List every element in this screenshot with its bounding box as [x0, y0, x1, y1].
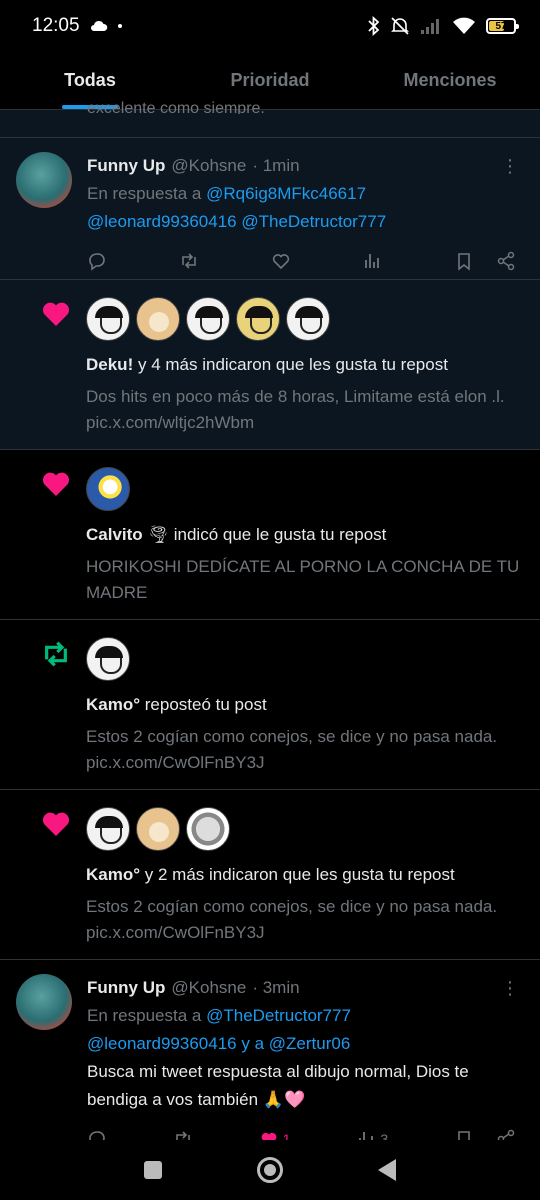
avatar[interactable] — [86, 807, 130, 851]
mention-link[interactable]: @Rq6ig8MFkc46617 — [206, 184, 366, 203]
like-notification[interactable]: Deku! y 4 más indicaron que les gusta tu… — [0, 280, 540, 450]
bookmark-share-group — [454, 251, 516, 271]
author-handle: @Kohsne — [171, 156, 247, 175]
mute-icon — [391, 17, 409, 35]
tab-menciones[interactable]: Menciones — [360, 52, 540, 109]
notification-action: y 2 más indicaron que les gusta tu repos… — [144, 865, 455, 884]
mention-link[interactable]: @leonard99360416 — [87, 212, 237, 231]
like-notification[interactable]: Kamo° y 2 más indicaron que les gusta tu… — [0, 790, 540, 960]
tweet-actions — [87, 236, 516, 286]
notification-summary: Kamo° reposteó tu post — [86, 692, 520, 718]
reply-button[interactable] — [87, 251, 107, 271]
notification-action: indicó que le gusta tu repost — [173, 525, 387, 544]
more-options-icon[interactable]: ⋮ — [500, 979, 520, 997]
views-icon — [365, 254, 380, 268]
actor-name[interactable]: Kamo° — [86, 865, 140, 884]
actor-name[interactable]: Calvito — [86, 525, 143, 544]
status-bar: 12:05 57 — [0, 0, 540, 52]
back-button[interactable] — [378, 1159, 396, 1181]
heart-icon — [272, 254, 289, 270]
avatar[interactable] — [136, 297, 180, 341]
bookmark-icon[interactable] — [454, 251, 474, 271]
post-preview: Estos 2 cogían como conejos, se dice y n… — [86, 727, 498, 772]
tweet-time: · 1min — [252, 156, 300, 175]
avatar[interactable] — [186, 807, 230, 851]
status-time: 12:05 — [32, 15, 80, 36]
battery-icon: 57 — [486, 18, 519, 34]
mention-joiner: y a — [241, 1034, 265, 1053]
system-nav-bar — [0, 1140, 540, 1200]
post-preview: Dos hits en poco más de 8 horas, Limitam… — [86, 387, 505, 432]
mention-link[interactable]: @leonard99360416 — [87, 1034, 237, 1053]
avatar[interactable] — [16, 152, 72, 208]
reply-prefix: En respuesta a — [87, 1006, 202, 1025]
author-name[interactable]: Funny Up — [87, 152, 165, 180]
liker-avatars — [86, 466, 520, 512]
avatar[interactable] — [136, 807, 180, 851]
repost-button[interactable] — [179, 251, 199, 271]
share-icon[interactable] — [496, 251, 516, 271]
bluetooth-icon — [368, 16, 380, 36]
tweet-text: Busca mi tweet respuesta al dibujo norma… — [87, 1062, 469, 1109]
mention-link[interactable]: @TheDetructor777 — [206, 1006, 351, 1025]
repost-filled-icon — [45, 641, 67, 667]
notification-summary: Deku! y 4 más indicaron que les gusta tu… — [86, 352, 520, 378]
more-options-icon[interactable]: ⋮ — [500, 157, 520, 175]
repost-icon — [181, 253, 196, 269]
notification-action: reposteó tu post — [144, 695, 267, 714]
signal-icon — [421, 19, 439, 34]
notification-action: y 4 más indicaron que les gusta tu repos… — [137, 355, 448, 374]
notification-tabs: Todas Prioridad Menciones — [0, 52, 540, 110]
actor-name[interactable]: Kamo° — [86, 695, 140, 714]
cutoff-text: excelente como siempre. — [87, 100, 265, 114]
heart-filled-icon — [42, 812, 70, 836]
views-button[interactable] — [362, 251, 382, 271]
reply-icon — [89, 253, 105, 271]
author-name[interactable]: Funny Up — [87, 974, 165, 1002]
reply-prefix: En respuesta a — [87, 184, 202, 203]
tornado-icon: 🌪 — [147, 525, 170, 544]
avatar[interactable] — [186, 297, 230, 341]
avatar[interactable] — [286, 297, 330, 341]
like-notification[interactable]: Calvito 🌪 indicó que le gusta tu repost … — [0, 450, 540, 620]
actor-name[interactable]: Deku! — [86, 355, 133, 374]
mention-link[interactable]: @Zertur06 — [269, 1034, 351, 1053]
status-icons: 57 — [368, 16, 519, 36]
tweet-time: · 3min — [252, 978, 300, 997]
reposter-avatars — [86, 636, 520, 682]
repost-notification[interactable]: Kamo° reposteó tu post Estos 2 cogían co… — [0, 620, 540, 790]
cloud-icon — [90, 20, 107, 31]
avatar[interactable] — [16, 974, 72, 1030]
notification-dot-icon — [117, 24, 122, 28]
mention-link[interactable]: @TheDetructor777 — [241, 212, 386, 231]
liker-avatars — [86, 806, 520, 852]
post-preview: HORIKOSHI DEDÍCATE AL PORNO LA CONCHA DE… — [86, 557, 520, 602]
avatar[interactable] — [86, 297, 130, 341]
post-preview: Estos 2 cogían como conejos, se dice y n… — [86, 897, 498, 942]
avatar[interactable] — [86, 467, 130, 511]
liker-avatars — [86, 296, 520, 342]
heart-filled-icon — [42, 472, 70, 496]
avatar[interactable] — [86, 637, 130, 681]
previous-item-cutoff — [0, 110, 540, 138]
notification-summary: Kamo° y 2 más indicaron que les gusta tu… — [86, 862, 520, 888]
reply-tweet[interactable]: Funny Up @Kohsne · 3min ⋮ En respuesta a… — [0, 960, 540, 1160]
notification-feed: Funny Up @Kohsne · 1min ⋮ En respuesta a… — [0, 138, 540, 1160]
home-button[interactable] — [257, 1157, 283, 1183]
like-button[interactable] — [271, 251, 291, 271]
wifi-icon — [453, 17, 475, 34]
recents-button[interactable] — [144, 1161, 162, 1179]
notification-summary: Calvito 🌪 indicó que le gusta tu repost — [86, 522, 520, 548]
heart-filled-icon — [42, 302, 70, 326]
avatar[interactable] — [236, 297, 280, 341]
author-handle: @Kohsne — [171, 978, 247, 997]
reply-tweet[interactable]: Funny Up @Kohsne · 1min ⋮ En respuesta a… — [0, 138, 540, 280]
